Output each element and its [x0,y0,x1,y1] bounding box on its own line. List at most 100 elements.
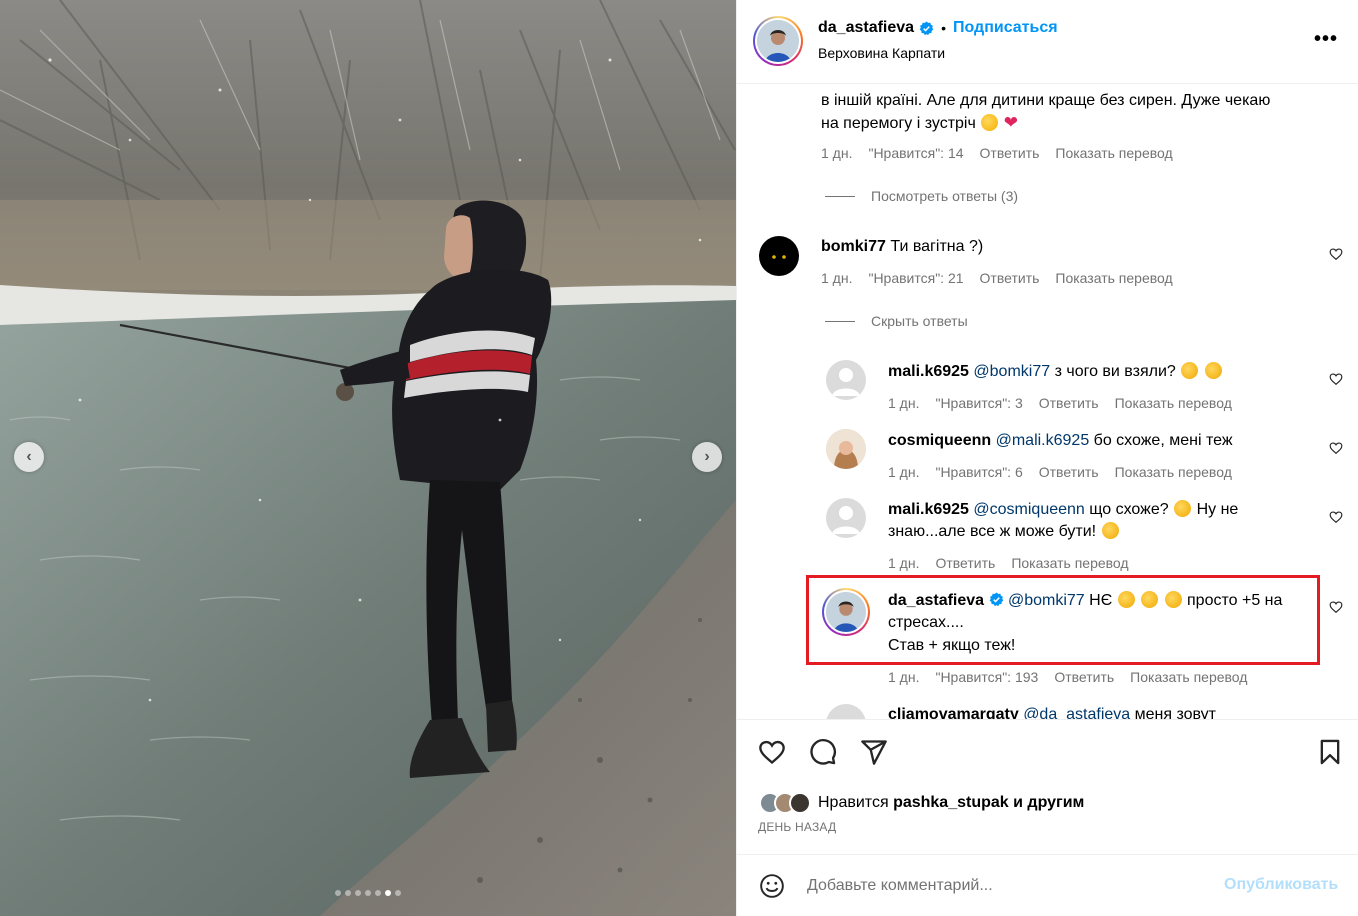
follow-button[interactable]: Подписаться [953,19,1058,37]
red-heart-emoji-icon: ❤ [1003,113,1018,132]
liked-by-text: Нравится pashka_stupak и другим [818,794,1085,811]
comment-time[interactable]: 1 дн. [888,395,919,411]
commenter-username[interactable]: bomki77 [821,238,886,255]
carousel-dot-active [385,890,391,896]
laughing-emoji-icon [1164,591,1182,608]
liked-by: Нравится pashka_stupak и другим [759,792,1084,814]
comment-meta: 1 дн. "Нравится": 14 Ответить Показать п… [821,145,1173,161]
comment-like-heart-icon[interactable] [1329,372,1343,386]
carousel-dots [0,890,736,896]
comment-input[interactable] [807,872,1207,900]
comment-like-heart-icon[interactable] [1329,510,1343,524]
next-slide-button[interactable]: › [692,442,722,472]
comment-icon[interactable] [809,738,837,766]
comment-time[interactable]: 1 дн. [821,270,852,286]
translate-button[interactable]: Показать перевод [1055,270,1172,286]
carousel-dot [355,890,361,896]
commenter-avatar[interactable] [822,588,870,636]
commenter-avatar[interactable] [826,360,866,400]
comment-likes[interactable]: "Нравится": 3 [935,395,1022,411]
mention-link[interactable]: @mali.k6925 [996,432,1090,449]
post-photo: ‹ › [0,0,736,916]
comments-list[interactable]: в іншій країні. Але для дитини краще без… [737,84,1358,719]
laughing-emoji-icon [1117,591,1135,608]
prev-arrow-icon: ‹ [26,448,32,465]
post-time[interactable]: ДЕНЬ НАЗАД [758,820,836,834]
translate-button[interactable]: Показать перевод [1115,464,1232,480]
translate-button[interactable]: Показать перевод [1055,145,1172,161]
mention-link[interactable]: @cosmiqueenn [973,501,1084,518]
commenter-username[interactable]: da_astafieva [888,592,984,609]
mention-link[interactable]: @bomki77 [973,363,1050,380]
commenter-avatar[interactable] [826,704,866,719]
reply-button[interactable]: Ответить [980,270,1040,286]
translate-button[interactable]: Показать перевод [1115,395,1232,411]
bookmark-icon[interactable] [1316,738,1344,766]
post-side-panel: da_astafieva • Подписаться Верховина Кар… [736,0,1358,916]
heart-icon[interactable] [758,738,786,766]
share-icon[interactable] [860,738,888,766]
divider-line [825,195,855,197]
carousel-dot [395,890,401,896]
commenter-avatar[interactable] [759,236,799,276]
comment-text: bomki77 Ти вагітна ?) [821,238,984,255]
translate-button[interactable]: Показать перевод [1011,555,1128,571]
mention-link[interactable]: @da_astafieva [1023,706,1130,719]
author-avatar[interactable] [753,16,803,66]
commenter-username[interactable]: cosmiqueenn [888,432,991,449]
thinking-emoji-icon [1181,362,1199,379]
view-replies-label: Посмотреть ответы (3) [871,188,1019,204]
comment-time[interactable]: 1 дн. [821,145,852,161]
next-arrow-icon: › [704,448,710,465]
comment-text: на перемогу і зустріч ❤ [821,113,1018,132]
comment-likes[interactable]: "Нравится": 193 [935,669,1038,685]
reply-button[interactable]: Ответить [1054,669,1114,685]
divider-line [825,320,855,322]
reply-button[interactable]: Ответить [1039,395,1099,411]
hide-replies-label: Скрыть ответы [871,313,968,329]
separator-dot: • [941,20,946,36]
photo-scene [0,0,736,916]
reply-button[interactable]: Ответить [1039,464,1099,480]
translate-button[interactable]: Показать перевод [1130,669,1247,685]
hide-replies-button[interactable]: Скрыть ответы [825,313,968,329]
commenter-avatar[interactable] [826,429,866,469]
author-username[interactable]: da_astafieva [818,19,914,37]
mention-link[interactable]: @bomki77 [1008,592,1085,609]
comment-meta: 1 дн. "Нравится": 193 Ответить Показать … [888,669,1247,685]
reply-text-line: стресах.... [888,614,964,631]
post-actions: Нравится pashka_stupak и другим ДЕНЬ НАЗ… [737,719,1358,916]
comment-likes[interactable]: "Нравится": 21 [868,270,963,286]
comment-likes[interactable]: "Нравится": 14 [868,145,963,161]
prev-slide-button[interactable]: ‹ [14,442,44,472]
emoji-icon[interactable] [759,873,785,899]
commenter-username[interactable]: mali.k6925 [888,501,969,518]
post-location[interactable]: Верховина Карпати [818,45,945,61]
comment-like-heart-icon[interactable] [1329,600,1343,614]
comment-like-heart-icon[interactable] [1329,247,1343,261]
comment-likes[interactable]: "Нравится": 6 [935,464,1022,480]
comment-time[interactable]: 1 дн. [888,464,919,480]
liked-by-others[interactable]: и другим [1013,794,1084,811]
verified-badge-icon [989,592,1003,607]
comment-time[interactable]: 1 дн. [888,555,919,571]
reply-text: mali.k6925 @cosmiqueenn що схоже? Ну не [888,500,1239,518]
comment-time[interactable]: 1 дн. [888,669,919,685]
instagram-post-view: ‹ › da_astafieva • Подписаться Верховина… [0,0,1358,916]
comment-meta: 1 дн. "Нравится": 21 Ответить Показать п… [821,270,1173,286]
reply-button[interactable]: Ответить [980,145,1040,161]
comment-like-heart-icon[interactable] [1329,441,1343,455]
view-replies-button[interactable]: Посмотреть ответы (3) [825,188,1018,204]
commenter-username[interactable]: mali.k6925 [888,363,969,380]
commenter-avatar[interactable] [826,498,866,538]
commenter-username[interactable]: cliamovamargaty [888,706,1019,719]
liker-avatar[interactable] [789,792,811,814]
thinking-emoji-icon [1174,500,1192,517]
kiss-emoji-icon [981,114,999,131]
liker-username[interactable]: pashka_stupak [893,794,1009,811]
more-icon[interactable]: ••• [1314,28,1338,51]
reply-button[interactable]: Ответить [935,555,995,571]
carousel-dot [365,890,371,896]
publish-button[interactable]: Опубликовать [1224,876,1338,894]
smile-emoji-icon [1204,362,1222,379]
